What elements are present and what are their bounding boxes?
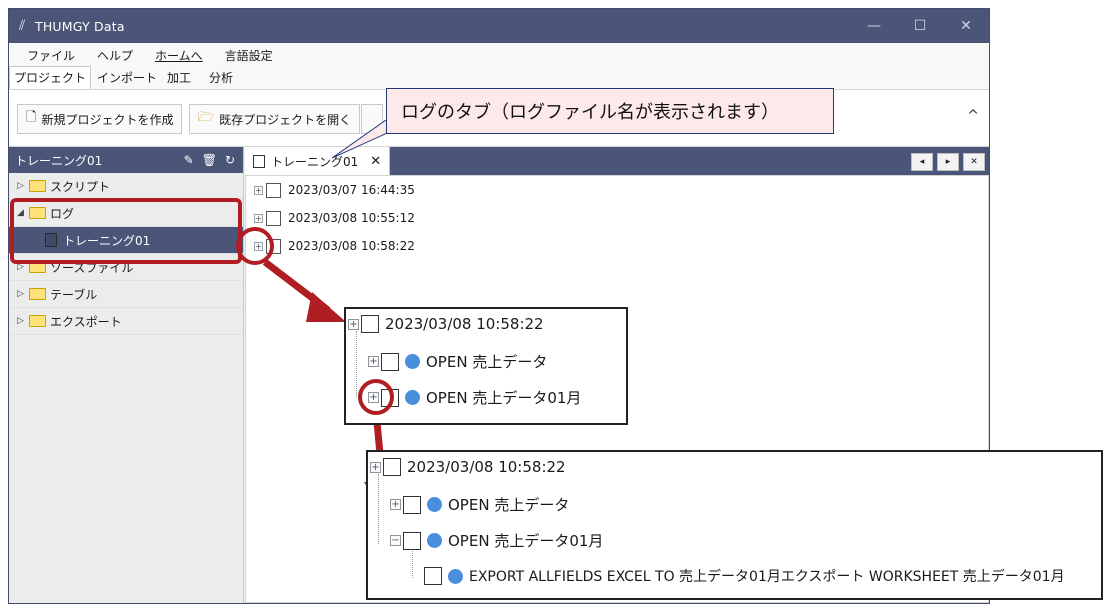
expand-plus-icon[interactable]: + [370,461,381,473]
expand-plus-icon[interactable]: + [254,185,263,195]
log-checkbox[interactable] [403,531,421,550]
sidebar-header: トレーニング01 ✎ 🗑 ↻ [9,147,243,173]
log-checkbox[interactable] [361,315,379,333]
status-dot-icon [427,533,442,548]
app-title: THUMGY Data [35,18,125,34]
list-item[interactable]: + 2023/03/08 10:55:12 [254,208,415,228]
list-item[interactable]: + 2023/03/08 10:58:22 [348,315,544,333]
log-folder-highlight [10,198,242,264]
sidebar-item-label: スクリプト [50,179,111,194]
status-dot-icon [405,390,420,405]
tree-connector [356,331,357,397]
menu-home[interactable]: ホームへ [155,47,203,64]
expand-arrow-icon[interactable]: ▷ [17,316,29,326]
tree-connector [378,474,379,544]
tab-scroll-left-button[interactable]: ◂ [911,153,933,171]
folder-icon [29,288,46,300]
edit-icon[interactable]: ✎ [184,153,194,167]
sidebar-item-scripts[interactable]: ▷ スクリプト [9,173,243,200]
tab-project[interactable]: プロジェクト [9,66,92,89]
log-timestamp: 2023/03/08 10:58:22 [288,239,415,253]
open-folder-icon: 🗁 [198,110,215,125]
log-checkbox[interactable] [424,567,442,585]
tab-import[interactable]: インポート [93,67,161,89]
list-item[interactable]: + 2023/03/08 10:58:22 [370,458,566,476]
menu-language[interactable]: 言語設定 [225,47,273,64]
expand-plus-icon[interactable]: + [254,213,263,223]
tree-connector [412,548,413,578]
status-dot-icon [448,568,463,584]
refresh-icon[interactable]: ↻ [225,153,235,167]
close-button[interactable]: ✕ [943,9,989,43]
zoom-panel-1: + 2023/03/08 10:58:22 + OPEN 売上データ + OPE… [344,307,628,425]
log-command: OPEN 売上データ01月 [448,532,604,550]
log-checkbox[interactable] [266,182,281,198]
ribbon-collapse-button[interactable]: ^ [967,108,979,124]
expand-plus-icon[interactable]: + [348,318,359,330]
list-item[interactable]: EXPORT ALLFIELDS EXCEL TO 売上データ01月エクスポート… [424,566,1065,586]
log-timestamp: 2023/03/08 10:58:22 [385,315,544,333]
sidebar-project-name: トレーニング01 [15,153,103,168]
expand-arrow-icon[interactable]: ▷ [17,181,29,191]
callout-text: ログのタブ（ログファイル名が表示されます） [401,102,779,123]
tab-scroll-right-button[interactable]: ▸ [937,153,959,171]
sidebar-item-label: テーブル [50,287,98,302]
trash-icon[interactable]: 🗑 [202,153,217,167]
status-dot-icon [427,497,442,512]
new-project-label: 新規プロジェクトを作成 [41,112,174,127]
log-command: OPEN 売上データ [448,496,570,514]
folder-icon [29,315,46,327]
folder-icon [29,180,46,192]
sidebar-item-tables[interactable]: ▷ テーブル [9,281,243,308]
expander-highlight-circle [236,227,274,265]
title-bar: ⫽ THUMGY Data — ☐ ✕ [9,9,989,43]
list-item[interactable]: + OPEN 売上データ [368,351,547,372]
thumgy-logo-icon: ⫽ [19,18,26,34]
zoom-panel-2: + 2023/03/08 10:58:22 + OPEN 売上データ − OPE… [366,450,1103,600]
collapse-minus-icon[interactable]: − [390,535,401,546]
tab-analysis[interactable]: 分析 [205,67,237,89]
status-dot-icon [405,354,420,369]
log-file-icon [253,154,265,168]
sidebar-item-exports[interactable]: ▷ エクスポート [9,308,243,335]
log-checkbox[interactable] [383,458,401,476]
log-command: EXPORT ALLFIELDS EXCEL TO 売上データ01月エクスポート… [469,569,1065,585]
log-tab-callout: ログのタブ（ログファイル名が表示されます） [386,88,834,134]
list-item[interactable]: + OPEN 売上データ [390,494,569,515]
expand-plus-icon[interactable]: + [368,356,379,367]
expand-plus-icon[interactable]: + [390,499,401,510]
log-timestamp: 2023/03/07 16:44:35 [288,183,415,197]
list-item[interactable]: + 2023/03/07 16:44:35 [254,180,415,200]
menu-help[interactable]: ヘルプ [97,47,133,64]
new-document-icon: 🗋 [26,110,37,125]
ribbon-tabs: プロジェクト インポート 加工 分析 [9,66,989,89]
log-timestamp: 2023/03/08 10:58:22 [407,458,566,476]
list-item[interactable]: + 2023/03/08 10:58:22 [254,236,415,256]
log-checkbox[interactable] [381,352,399,371]
expander-highlight-circle [358,379,394,415]
log-timestamp: 2023/03/08 10:55:12 [288,211,415,225]
new-project-button[interactable]: 🗋 新規プロジェクトを作成 [17,104,183,134]
log-command: OPEN 売上データ [426,353,548,371]
log-checkbox[interactable] [403,495,421,514]
list-item[interactable]: − OPEN 売上データ01月 [390,530,603,551]
list-item[interactable]: + OPEN 売上データ01月 [368,387,581,408]
tab-close-all-button[interactable]: ✕ [963,153,985,171]
expand-arrow-icon[interactable]: ▷ [17,289,29,299]
tab-process[interactable]: 加工 [163,67,195,89]
menu-file[interactable]: ファイル [27,47,75,64]
minimize-button[interactable]: — [851,9,897,43]
log-checkbox[interactable] [266,210,281,226]
maximize-button[interactable]: ☐ [897,9,943,43]
menu-bar: ファイル ヘルプ ホームへ 言語設定 [9,43,989,67]
sidebar-item-label: エクスポート [50,314,122,329]
log-command: OPEN 売上データ01月 [426,389,582,407]
